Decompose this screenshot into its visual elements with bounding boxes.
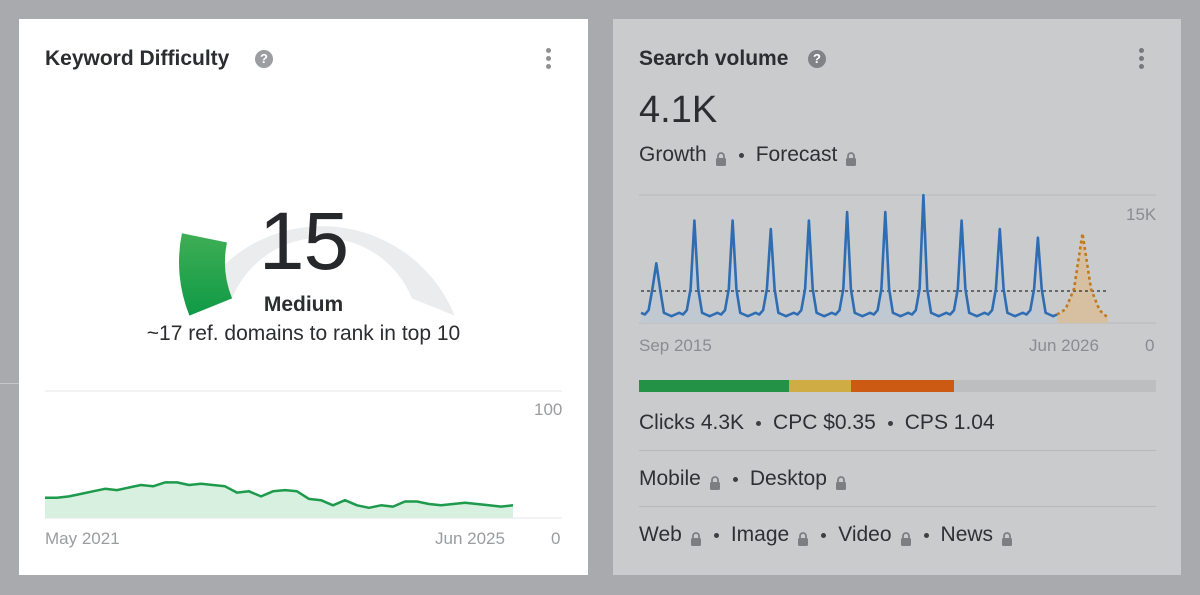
kd-date-end: Jun 2025 [435,529,505,548]
separator-dot [923,532,929,538]
clicks-metric: Clicks 4.3K [639,411,745,434]
lock-icon [835,472,847,490]
sv-forecast-area [1057,233,1108,323]
sv-date-end: Jun 2026 [1029,336,1099,355]
news-label[interactable]: News [941,523,994,547]
lock-icon [709,472,721,490]
kd-history-chart [45,390,562,519]
separator-dot [756,420,762,426]
sv-date-start: Sep 2015 [639,336,712,355]
background-divider [0,383,20,384]
keyword-difficulty-card: Keyword Difficulty ? 15 Medium ~17 ref. … [19,19,588,575]
sv-metrics-row: Clicks 4.3K CPC $0.35 CPS 1.04 [639,411,995,435]
mobile-label[interactable]: Mobile [639,467,701,491]
divider [639,450,1156,451]
lock-icon [797,528,809,546]
image-label[interactable]: Image [731,523,789,547]
sv-trend-chart [639,193,1156,324]
cpc-metric: CPC $0.35 [773,411,876,434]
sv-axis-min: 0 [1145,336,1155,355]
separator-dot [732,476,738,482]
desktop-label[interactable]: Desktop [750,467,827,491]
kd-date-start: May 2021 [45,529,120,548]
video-label[interactable]: Video [838,523,891,547]
lock-icon [690,528,702,546]
kd-history-area [45,482,513,518]
cps-metric: CPS 1.04 [904,411,995,434]
clicks-bar-organic [639,380,789,392]
separator-dot [713,532,719,538]
clicks-bar-paid [788,380,851,392]
kd-axis-min: 0 [551,529,561,548]
divider [639,506,1156,507]
clicks-bar-no-click [850,380,955,392]
kd-axis-max: 100 [534,400,563,419]
clicks-bar-rest [954,380,1156,392]
sv-type-row: Web Image Video News [639,523,1013,547]
separator-dot [887,420,893,426]
sv-device-row: Mobile Desktop [639,467,847,491]
search-volume-card: Search volume ? 4.1K Growth Forecast 15K… [613,19,1181,575]
sv-axis-max: 15K [1126,205,1157,224]
lock-icon [1001,528,1013,546]
lock-icon [900,528,912,546]
separator-dot [821,532,827,538]
web-label[interactable]: Web [639,523,682,547]
